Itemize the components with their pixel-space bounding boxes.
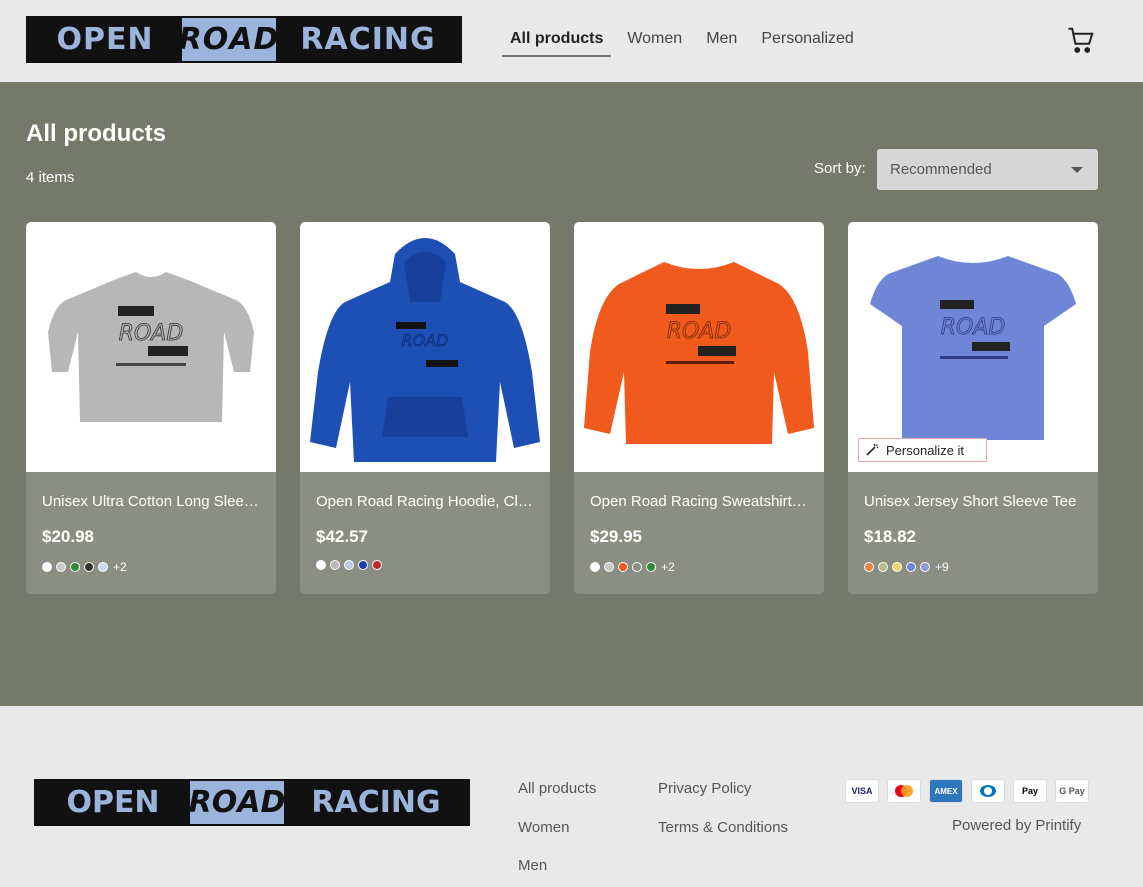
caret-down-icon: [1071, 167, 1083, 173]
color-swatch: [84, 562, 94, 572]
color-swatch: [878, 562, 888, 572]
google-pay-icon: G Pay: [1055, 779, 1089, 803]
color-swatch: [98, 562, 108, 572]
brand-logo[interactable]: OPEN ROAD RACING: [26, 16, 462, 63]
color-swatch: [344, 560, 354, 570]
product-image: ROAD: [300, 222, 550, 472]
logo-text-road: ROAD: [178, 21, 280, 57]
footer-policy-links: Privacy Policy Terms & Conditions: [658, 780, 788, 857]
magic-wand-icon: [866, 443, 879, 456]
color-swatch: [358, 560, 368, 570]
footer-logo-text-open: OPEN: [66, 785, 160, 820]
personalize-label: Personalize it: [886, 442, 965, 458]
svg-text:ROAD: ROAD: [667, 319, 732, 344]
sort-dropdown[interactable]: Recommended: [877, 149, 1098, 190]
nav-men[interactable]: Men: [698, 26, 745, 57]
apple-pay-icon: Pay: [1013, 779, 1047, 803]
product-image: ROAD: [26, 222, 276, 472]
product-image: ROAD Personalize it: [848, 222, 1098, 472]
color-swatch: [56, 562, 66, 572]
footer-logo-text-road: ROAD: [188, 785, 286, 820]
product-grid: ROAD Unisex Ultra Cotton Long Sleeve Tee…: [26, 222, 1098, 594]
diners-club-icon: [971, 779, 1005, 803]
color-swatch: [330, 560, 340, 570]
footer-link-terms[interactable]: Terms & Conditions: [658, 819, 788, 858]
svg-text:ROAD: ROAD: [119, 321, 184, 346]
footer-nav-links: All products Women Men: [518, 780, 596, 887]
logo-text-open: OPEN: [56, 21, 154, 57]
product-image: ROAD: [574, 222, 824, 472]
more-colors: +9: [935, 560, 949, 574]
svg-text:ROAD: ROAD: [941, 315, 1006, 340]
footer-link-all-products[interactable]: All products: [518, 780, 596, 819]
product-name[interactable]: Open Road Racing Sweatshirt, Classic: [590, 493, 810, 510]
footer-brand-logo[interactable]: OPEN ROAD RACING: [34, 779, 470, 826]
color-swatches: [316, 560, 382, 570]
mastercard-icon: [887, 779, 921, 803]
color-swatch: [632, 562, 642, 572]
product-card[interactable]: ROAD Unisex Ultra Cotton Long Sleeve Tee…: [26, 222, 276, 594]
product-name[interactable]: Open Road Racing Hoodie, Classic: [316, 493, 536, 510]
more-colors: +2: [113, 560, 127, 574]
color-swatches: +2: [590, 560, 675, 574]
footer-link-women[interactable]: Women: [518, 819, 596, 858]
footer-link-men[interactable]: Men: [518, 857, 596, 887]
product-price: $29.95: [590, 527, 642, 546]
payment-methods: VISA AMEX Pay G Pay: [845, 779, 1089, 803]
page-title: All products: [26, 120, 167, 147]
color-swatch: [42, 562, 52, 572]
powered-by-text[interactable]: Powered by Printify: [952, 817, 1081, 834]
visa-icon: VISA: [845, 779, 879, 803]
footer-logo-text-racing: RACING: [311, 785, 441, 820]
color-swatch: [618, 562, 628, 572]
product-price: $18.82: [864, 527, 916, 546]
product-name[interactable]: Unisex Jersey Short Sleeve Tee: [864, 493, 1084, 510]
color-swatch: [604, 562, 614, 572]
site-header: OPEN ROAD RACING All products Women Men …: [0, 0, 1143, 82]
color-swatch: [590, 562, 600, 572]
color-swatch: [372, 560, 382, 570]
sort-label: Sort by:: [814, 160, 866, 177]
color-swatch: [70, 562, 80, 572]
color-swatch: [920, 562, 930, 572]
sort-value: Recommended: [890, 161, 992, 178]
nav-personalized[interactable]: Personalized: [753, 26, 862, 57]
color-swatch: [906, 562, 916, 572]
nav-women[interactable]: Women: [619, 26, 690, 57]
personalize-button[interactable]: Personalize it: [858, 438, 987, 462]
product-card[interactable]: ROAD Open Road Racing Hoodie, Classic $4…: [300, 222, 550, 594]
color-swatch: [864, 562, 874, 572]
shopping-cart-icon[interactable]: [1066, 25, 1096, 55]
footer-link-privacy[interactable]: Privacy Policy: [658, 780, 788, 819]
more-colors: +2: [661, 560, 675, 574]
color-swatches: +2: [42, 560, 127, 574]
amex-icon: AMEX: [929, 779, 963, 803]
item-count: 4 items: [26, 169, 75, 186]
color-swatch: [892, 562, 902, 572]
logo-text-racing: RACING: [300, 21, 436, 57]
svg-text:ROAD: ROAD: [402, 331, 449, 350]
product-price: $42.57: [316, 527, 368, 546]
color-swatch: [646, 562, 656, 572]
color-swatch: [316, 560, 326, 570]
color-swatches: +9: [864, 560, 949, 574]
site-footer: OPEN ROAD RACING All products Women Men …: [0, 706, 1143, 887]
product-card[interactable]: ROAD Open Road Racing Sweatshirt, Classi…: [574, 222, 824, 594]
main-nav: All products Women Men Personalized: [502, 26, 870, 57]
product-card[interactable]: ROAD Personalize it Unisex Jersey Short …: [848, 222, 1098, 594]
nav-all-products[interactable]: All products: [502, 26, 612, 57]
product-price: $20.98: [42, 527, 94, 546]
product-name[interactable]: Unisex Ultra Cotton Long Sleeve Tee: [42, 493, 262, 510]
